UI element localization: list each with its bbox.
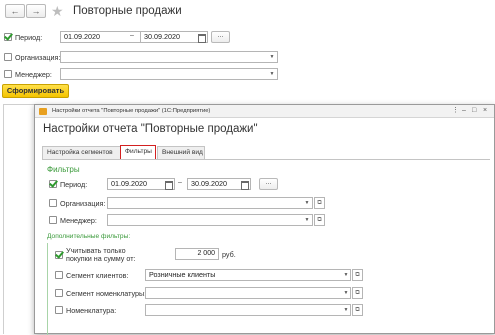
period-label: Период: [15,33,43,42]
organization-label: Организация: [15,53,61,62]
copy-icon[interactable]: ⧉ [352,304,363,316]
additional-filters-title: Дополнительные фильтры: [47,233,131,240]
items-label: Номенклатура: [66,306,117,315]
manager-label: Менеджер: [15,70,52,79]
group-line [47,243,48,335]
copy-icon[interactable]: ⧉ [314,197,325,209]
forward-button[interactable]: → [26,4,46,18]
maximize-icon[interactable]: □ [472,107,476,115]
tab-divider [42,159,490,160]
dialog-heading: Настройки отчета "Повторные продажи" [43,123,258,135]
copy-icon[interactable]: ⧉ [352,269,363,281]
period-checkbox[interactable] [49,180,57,188]
tab-segments[interactable]: Настройка сегментов [42,146,121,159]
chevron-down-icon[interactable]: ▼ [268,52,276,62]
period-select-button[interactable]: ... [211,31,230,43]
organization-checkbox[interactable] [4,53,12,61]
client-segment-checkbox[interactable] [55,271,63,279]
items-field[interactable] [145,304,351,316]
tab-filters[interactable]: Фильтры [120,145,156,159]
organization-label: Организация: [60,199,106,208]
manager-label: Менеджер: [60,216,97,225]
items-checkbox[interactable] [55,306,63,314]
settings-dialog: Настройки отчета "Повторные продажи" (1С… [34,104,495,335]
organization-field[interactable] [60,51,278,63]
favorite-star-icon[interactable]: ★ [51,4,64,18]
dialog-titlebar[interactable]: Настройки отчета "Повторные продажи" (1С… [35,105,494,118]
back-button[interactable]: ← [5,4,25,18]
close-icon[interactable]: × [483,107,487,115]
more-icon[interactable]: ⋮ [452,107,459,115]
chevron-down-icon[interactable]: ▼ [342,305,350,315]
min-amount-field[interactable]: 2 000 [175,248,219,260]
page-title: Повторные продажи [73,5,182,17]
period-checkbox[interactable] [4,33,12,41]
generate-button[interactable]: Сформировать [2,84,69,98]
chevron-down-icon[interactable]: ▼ [303,215,311,225]
client-segment-label: Сегмент клиентов: [66,271,129,280]
item-segment-label: Сегмент номенклатуры: [66,289,147,298]
currency-label: руб. [222,250,236,259]
calendar-icon[interactable] [196,32,206,43]
copy-icon[interactable]: ⧉ [314,214,325,226]
manager-field[interactable] [60,68,278,80]
chevron-down-icon[interactable]: ▼ [342,270,350,280]
chevron-down-icon[interactable]: ▼ [303,198,311,208]
organization-checkbox[interactable] [49,199,57,207]
chevron-down-icon[interactable]: ▼ [268,69,276,79]
manager-field[interactable] [107,214,313,226]
period-dash: – [130,32,134,39]
period-label: Период: [60,180,88,189]
tab-appearance[interactable]: Внешний вид [157,146,205,159]
chevron-down-icon[interactable]: ▼ [342,288,350,298]
manager-checkbox[interactable] [49,216,57,224]
calendar-icon[interactable] [239,179,249,190]
period-select-button[interactable]: ... [259,178,278,190]
min-amount-label-2: покупки на сумму от: [66,254,136,263]
app-icon [39,108,47,115]
period-dash: – [178,179,182,186]
min-amount-checkbox[interactable] [55,251,63,259]
copy-icon[interactable]: ⧉ [352,287,363,299]
item-segment-checkbox[interactable] [55,289,63,297]
filters-title: Фильтры [47,165,80,174]
client-segment-field[interactable]: Розничные клиенты [145,269,351,281]
manager-checkbox[interactable] [4,70,12,78]
organization-field[interactable] [107,197,313,209]
minimize-icon[interactable]: – [462,107,466,115]
item-segment-field[interactable] [145,287,351,299]
calendar-icon[interactable] [163,179,173,190]
dialog-window-title: Настройки отчета "Повторные продажи" (1С… [52,108,211,114]
